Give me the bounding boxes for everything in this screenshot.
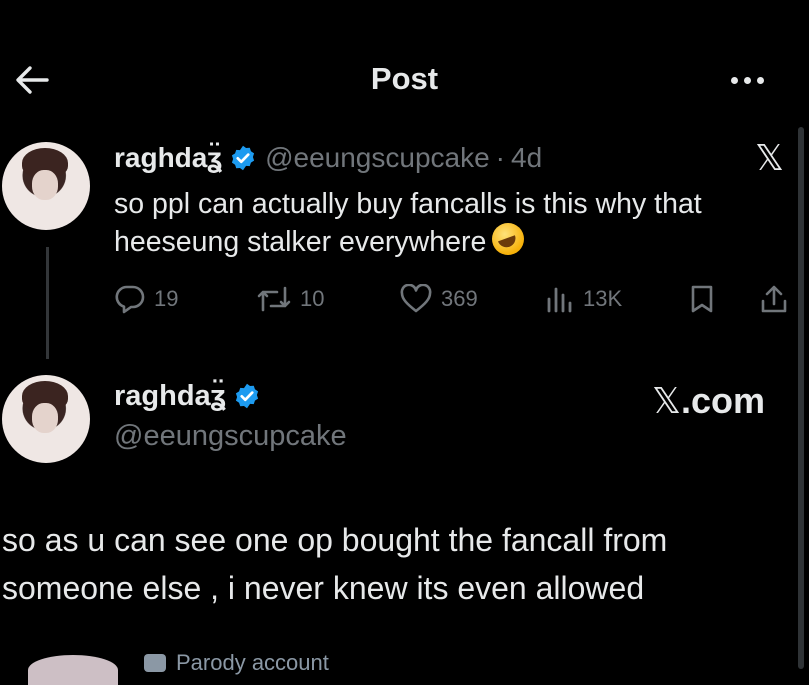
- share-icon: [761, 285, 787, 313]
- quoted-header: raghdaʓ̈: [114, 378, 261, 414]
- more-icon: [730, 76, 738, 84]
- x-com-brand: 𝕏.com: [652, 380, 765, 422]
- views-count: 13K: [583, 286, 623, 311]
- views-icon: [547, 287, 572, 313]
- reply-icon: [115, 285, 145, 314]
- back-button[interactable]: [10, 58, 54, 102]
- display-name[interactable]: raghdaʓ̈: [114, 378, 226, 414]
- scrollbar[interactable]: [798, 127, 804, 669]
- parody-label: Parody account: [144, 650, 329, 676]
- x-logo-icon: 𝕏: [755, 138, 785, 179]
- x-logo-icon: 𝕏: [652, 381, 682, 422]
- handle[interactable]: @eeungscupcake: [114, 418, 347, 454]
- views-button[interactable]: 13K: [545, 284, 622, 314]
- post-text-line: so as u can see one op bought the fancal…: [2, 522, 668, 558]
- tweet-text-line: so ppl can actually buy fancalls is this…: [114, 188, 702, 220]
- verified-badge-icon: [232, 145, 255, 171]
- handle[interactable]: @eeungscupcake: [265, 140, 490, 176]
- laughing-emoji-icon: [492, 223, 525, 255]
- separator-dot: ·: [495, 142, 505, 173]
- timestamp[interactable]: 4d: [511, 140, 542, 176]
- like-count: 369: [441, 286, 478, 311]
- avatar[interactable]: [2, 142, 90, 230]
- bookmark-icon: [691, 285, 713, 313]
- tweet-header: raghdaʓ̈ @eeungscupcake · 4d: [114, 140, 542, 176]
- avatar[interactable]: [28, 655, 118, 685]
- verified-badge-icon: [235, 383, 259, 409]
- repost-button[interactable]: 10: [256, 284, 324, 314]
- like-button[interactable]: 369: [399, 284, 478, 314]
- like-icon: [400, 284, 432, 313]
- post-text: so as u can see one op bought the fancal…: [2, 516, 792, 612]
- post-text-line: someone else , i never knew its even all…: [2, 570, 645, 606]
- thread-connector-line: [46, 247, 49, 359]
- back-arrow-icon: [16, 66, 49, 94]
- more-options-button[interactable]: [722, 60, 772, 100]
- brand-domain: .com: [681, 380, 766, 421]
- reply-count: 19: [154, 286, 179, 311]
- repost-icon: [257, 286, 291, 312]
- display-name[interactable]: raghdaʓ̈: [114, 140, 222, 176]
- tweet-text: so ppl can actually buy fancalls is this…: [114, 186, 794, 261]
- page-title: Post: [370, 61, 439, 96]
- avatar[interactable]: [2, 375, 90, 463]
- reply-button[interactable]: 19: [114, 284, 178, 314]
- repost-count: 10: [300, 286, 325, 311]
- parody-icon: [144, 654, 166, 672]
- bookmark-button[interactable]: [689, 284, 715, 314]
- tweet-text-line: heeseung stalker everywhere: [114, 223, 794, 261]
- share-button[interactable]: [760, 284, 788, 314]
